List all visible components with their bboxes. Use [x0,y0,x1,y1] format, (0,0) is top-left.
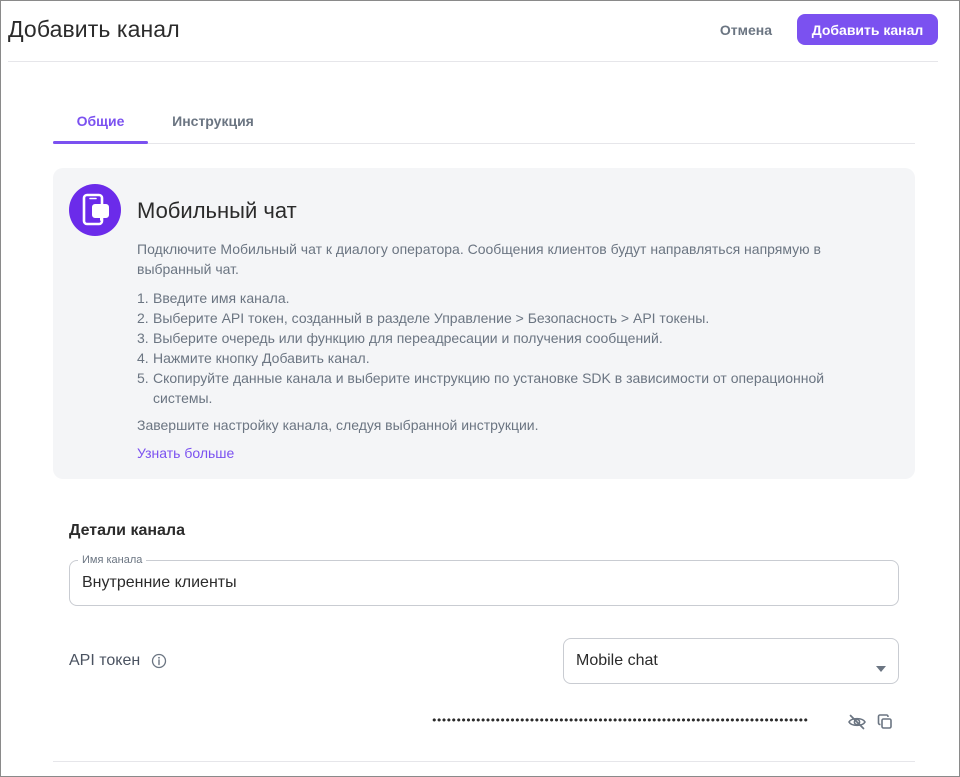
tab-general[interactable]: Общие [53,100,148,144]
step-number: 5. [137,370,149,386]
api-token-selected-value: Mobile chat [576,652,658,669]
step-number: 2. [137,310,149,326]
api-token-select[interactable]: Mobile chat [563,638,899,684]
cancel-button[interactable]: Отмена [708,14,784,45]
tab-instruction[interactable]: Инструкция [161,100,265,143]
mobile-chat-icon [69,184,121,236]
add-channel-button[interactable]: Добавить канал [797,14,938,45]
card-finish-text: Завершите настройку канала, следуя выбра… [137,417,539,433]
api-token-masked-value: ••••••••••••••••••••••••••••••••••••••••… [431,714,809,727]
step-text: Выберите очередь или функцию для переадр… [153,330,663,346]
step-item: 1. Введите имя канала. [137,288,877,308]
step-item: 2. Выберите API токен, созданный в раздел… [137,308,877,328]
page-title: Добавить канал [8,16,180,42]
section-title-channel-details: Детали канала [69,522,185,539]
tab-label: Общие [76,113,125,129]
chevron-down-icon [876,659,886,672]
tab-bar: Общие Инструкция [53,100,915,144]
step-item: 3. Выберите очередь или функцию для переа… [137,328,877,348]
copy-icon[interactable] [874,711,896,733]
page-header: Добавить канал Отмена Добавить канал [8,0,938,62]
card-title: Мобильный чат [137,198,297,223]
step-number: 1. [137,290,149,306]
active-tab-indicator [53,141,148,144]
card-description: Подключите Мобильный чат к диалогу опера… [137,241,821,277]
step-text: Нажмите кнопку Добавить канал. [153,350,370,366]
step-number: 4. [137,350,149,366]
learn-more-link[interactable]: Узнать больше [137,443,234,463]
step-number: 3. [137,330,149,346]
divider [53,761,915,762]
step-text: Скопируйте данные канала и выберите инст… [153,370,825,406]
channel-name-input[interactable] [82,561,882,605]
info-card: Мобильный чат Подключите Мобильный чат к… [53,168,915,479]
step-text: Введите имя канала. [153,290,290,306]
info-icon[interactable] [151,653,167,669]
steps-list: 1. Введите имя канала. 2. Выберите API ток… [137,288,877,408]
hide-eye-icon[interactable] [846,711,868,733]
step-item: 5. Скопируйте данные канала и выберите ин… [137,368,877,408]
tab-label: Инструкция [172,113,254,129]
step-text: Выберите API токен, созданный в разделе … [153,310,710,326]
api-token-label: API токен [69,652,141,669]
step-item: 4. Нажмите кнопку Добавить канал. [137,348,877,368]
channel-name-field: Имя канала [69,553,899,606]
